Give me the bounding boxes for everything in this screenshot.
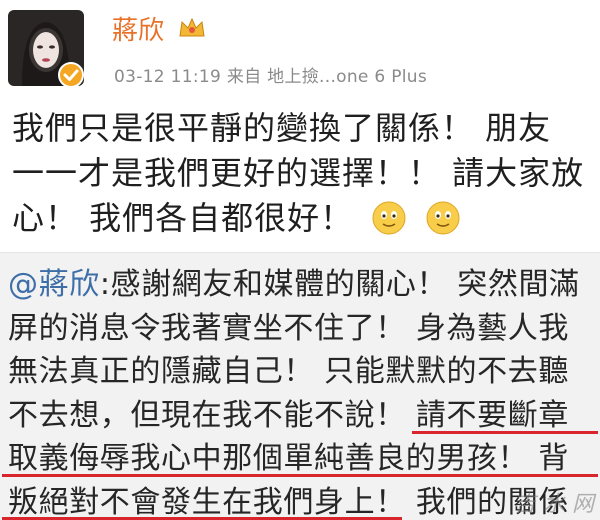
post-line: 我們只是很平靜的變換了關係！ 朋友 (12, 109, 552, 147)
highlight-underline (412, 431, 598, 434)
highlight-underline (2, 474, 598, 477)
post-source[interactable]: 地上撿...one 6 Plus (267, 67, 427, 87)
post-body: 我們只是很平靜的變換了關係！ 朋友 一一才是我們更好的選擇！！ 請大家放 心！ … (12, 106, 592, 241)
repost-line: 屏的消息令我著實坐不住了！ 身為藝人我 (8, 310, 569, 346)
post-line: 一一才是我們更好的選擇！！ 請大家放 (12, 154, 585, 192)
repost-line: 無法真正的隱藏自己！ 只能默默的不去聽 (8, 354, 569, 389)
smile-emoji-icon (372, 201, 406, 235)
post-meta: 03-12 11:19 来自 地上撿...one 6 Plus (114, 62, 427, 87)
crown-icon (179, 17, 205, 37)
repost-first-line: @蔣欣:感謝網友和媒體的關心！ 突然間滿 (8, 263, 598, 307)
weibo-post: 蔣欣 03-12 11:19 来自 地上撿...one 6 Plus 我們只是很… (0, 0, 600, 252)
repost-text: @蔣欣:感謝網友和媒體的關心！ 突然間滿 屏的消息令我著實坐不住了！ 身為藝人我… (8, 263, 598, 520)
repost-line: 叛絕對不會發生在我們身上！ 我們的關係 (8, 484, 569, 520)
source-prefix: 来自 (226, 67, 262, 87)
username[interactable]: 蔣欣 (112, 10, 164, 47)
verified-badge-icon (58, 62, 84, 88)
post-line-text: 心！ 我們各自都很好！ (12, 199, 354, 237)
post-line-last: 心！ 我們各自都很好！ (12, 196, 592, 241)
site-watermark: 吉 水 网 (514, 492, 594, 517)
timestamp[interactable]: 03-12 11:19 (114, 67, 221, 87)
repost-line: :感謝網友和媒體的關心！ 突然間滿 (99, 267, 580, 302)
reposted-content: @蔣欣:感謝網友和媒體的關心！ 突然間滿 屏的消息令我著實坐不住了！ 身為藝人我… (0, 252, 600, 520)
smile-emoji-icon (426, 201, 460, 235)
mention-link[interactable]: @蔣欣 (8, 267, 100, 302)
